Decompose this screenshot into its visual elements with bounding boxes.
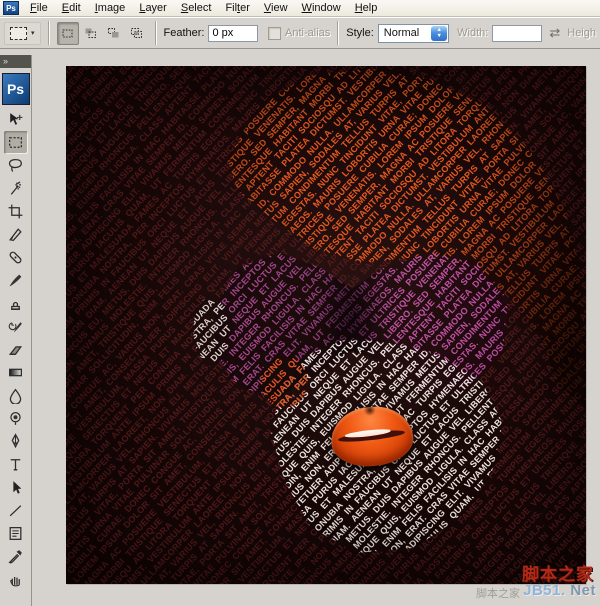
document-canvas[interactable]: LOREM IPSUM DOLOR SIT AMET, CONSECTETUER… [66, 66, 586, 584]
separator [48, 21, 50, 45]
add-to-selection-button[interactable] [80, 22, 102, 45]
watermark-site: JB51. Net [523, 582, 596, 599]
combo-spinner-icon[interactable]: ▲▼ [431, 26, 447, 41]
subtract-from-selection-button[interactable] [103, 22, 125, 45]
watermark-jb51: JB51. [523, 582, 566, 599]
tool-preset-button[interactable]: ▾ [4, 22, 41, 45]
style-value: Normal [384, 27, 419, 39]
clone-stamp-tool[interactable] [4, 292, 28, 315]
menu-filter[interactable]: Filter [218, 1, 256, 16]
photoshop-app-icon: Ps [3, 1, 19, 15]
brush-tool[interactable] [4, 269, 28, 292]
tool-options-bar: ▾ Feather: Anti-alias Style: Normal ▲▼ W… [0, 17, 600, 49]
menu-window[interactable]: Window [295, 1, 348, 16]
blur-tool[interactable] [4, 384, 28, 407]
dodge-tool[interactable] [4, 407, 28, 430]
line-tool[interactable] [4, 499, 28, 522]
feather-input[interactable] [208, 25, 258, 42]
style-select[interactable]: Normal ▲▼ [378, 24, 449, 43]
anti-alias-checkbox[interactable] [268, 27, 281, 40]
cupid-bow-shadow [364, 403, 377, 417]
rectangular-marquee-tool[interactable] [4, 131, 28, 154]
eyedropper-tool[interactable] [4, 545, 28, 568]
height-label: Heigh [567, 27, 596, 39]
magic-wand-tool[interactable] [4, 177, 28, 200]
anti-alias-label: Anti-alias [285, 27, 330, 39]
slice-tool[interactable] [4, 223, 28, 246]
menu-layer[interactable]: Layer [132, 1, 174, 16]
crop-tool[interactable] [4, 200, 28, 223]
style-label: Style: [346, 27, 374, 39]
separator [155, 21, 157, 45]
width-input[interactable] [492, 25, 542, 42]
type-tool[interactable] [4, 453, 28, 476]
marquee-preset-icon [10, 27, 27, 40]
menu-view[interactable]: View [257, 1, 295, 16]
eraser-tool[interactable] [4, 338, 28, 361]
notes-tool[interactable] [4, 522, 28, 545]
menu-file[interactable]: File [23, 1, 55, 16]
watermark-net: Net [570, 582, 596, 599]
feather-label: Feather: [164, 27, 205, 39]
photoshop-window: { "app": {"icon_label": "Ps"}, "menu_bar… [0, 0, 600, 606]
menu-select[interactable]: Select [174, 1, 219, 16]
pen-tool[interactable] [4, 430, 28, 453]
watermark-ghost: 脚本之家 [476, 585, 520, 601]
menu-items: FileEditImageLayerSelectFilterViewWindow… [23, 1, 384, 16]
path-selection-tool[interactable] [4, 476, 28, 499]
menu-edit[interactable]: Edit [55, 1, 88, 16]
width-label: Width: [457, 27, 488, 39]
double-arrow-icon: » [3, 56, 9, 66]
hand-tool[interactable] [4, 568, 28, 591]
healing-brush-tool[interactable] [4, 246, 28, 269]
history-brush-tool[interactable] [4, 315, 28, 338]
palette-collapse-bar[interactable]: » [0, 55, 31, 68]
menu-image[interactable]: Image [88, 1, 133, 16]
tool-palette: » Ps [0, 55, 32, 606]
move-tool[interactable] [4, 108, 28, 131]
selection-mode-group [57, 22, 148, 45]
menu-bar: Ps FileEditImageLayerSelectFilterViewWin… [0, 0, 600, 17]
chevron-down-icon: ▾ [31, 30, 35, 37]
gradient-tool[interactable] [4, 361, 28, 384]
swap-dimensions-icon[interactable]: ⇄ [549, 25, 560, 41]
tool-column [0, 108, 31, 591]
intersect-with-selection-button[interactable] [126, 22, 148, 45]
lasso-tool[interactable] [4, 154, 28, 177]
separator [337, 21, 339, 45]
ps-logo[interactable]: Ps [2, 73, 30, 105]
new-selection-button[interactable] [57, 22, 79, 45]
menu-help[interactable]: Help [348, 1, 385, 16]
